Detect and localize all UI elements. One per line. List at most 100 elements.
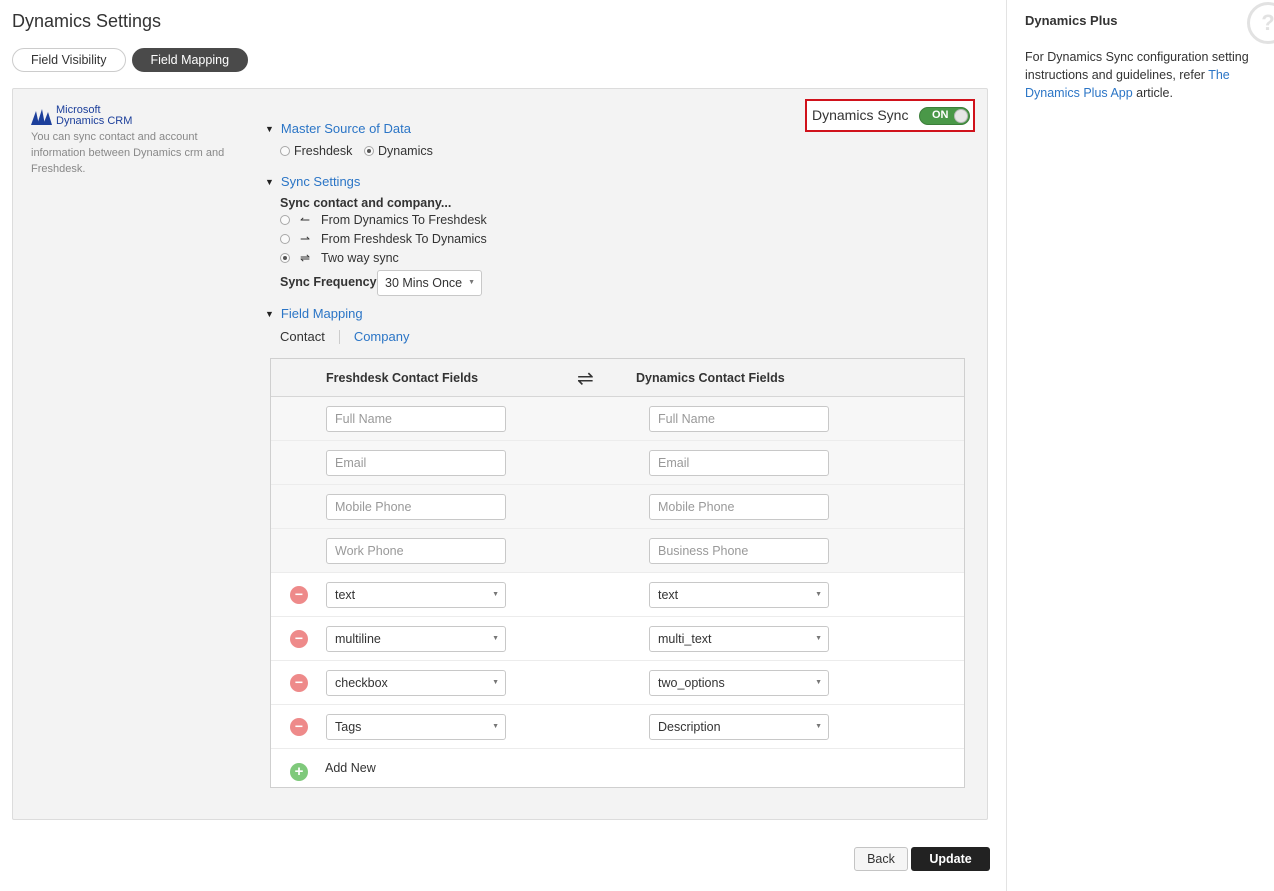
collapse-triangle-icon: ▼ (265, 123, 274, 134)
dynamics-crm-logo: Microsoft Dynamics CRM (31, 105, 132, 127)
radio-dynamics-label: Dynamics (378, 144, 433, 158)
collapse-triangle-icon: ▼ (265, 308, 274, 319)
chevron-down-icon: ▼ (492, 723, 499, 730)
update-button[interactable]: Update (911, 847, 990, 871)
mapping-row: Mobile Phone Mobile Phone (271, 485, 964, 529)
mapping-row: Full Name Full Name (271, 397, 964, 441)
subtab-company[interactable]: Company (354, 329, 410, 344)
swap-arrows-icon: ⇌ (299, 251, 311, 265)
remove-mapping-button[interactable]: − (290, 718, 308, 736)
subtab-contact[interactable]: Contact (280, 329, 325, 344)
dynamics-logo-icon (31, 109, 52, 125)
mapping-row: − multiline ▼ multi_text ▼ (271, 617, 964, 661)
add-new-row[interactable]: + Add New (271, 749, 964, 793)
toggle-on-text: ON (932, 109, 949, 121)
page-title: Dynamics Settings (12, 11, 162, 31)
sidebar-text-after: article. (1132, 86, 1173, 100)
chevron-down-icon: ▼ (815, 679, 822, 686)
toggle-knob (954, 109, 968, 123)
dynamics-field-input[interactable]: Full Name (649, 406, 829, 432)
field-mapping-header[interactable]: ▼ Field Mapping (265, 306, 363, 321)
chevron-down-icon: ▼ (492, 679, 499, 686)
help-question-icon[interactable]: ? (1247, 2, 1274, 44)
sync-option-label: From Dynamics To Freshdesk (321, 213, 487, 227)
sync-frequency-select[interactable]: 30 Mins Once ▼ (377, 270, 482, 296)
radio-freshdesk-label: Freshdesk (294, 144, 353, 158)
left-arrow-icon: ↼ (299, 213, 311, 227)
freshdesk-field-select[interactable]: Tags ▼ (326, 714, 506, 740)
radio-button[interactable] (280, 253, 290, 263)
radio-button[interactable] (280, 146, 290, 156)
dynamics-sync-box: Dynamics Sync ON (805, 99, 975, 132)
back-button[interactable]: Back (854, 847, 908, 871)
dynamics-field-value: multi_text (658, 632, 712, 646)
master-source-title: Master Source of Data (280, 121, 411, 136)
radio-button[interactable] (280, 215, 290, 225)
radio-dynamics[interactable]: Dynamics (364, 144, 433, 158)
help-sidebar: Dynamics Plus For Dynamics Sync configur… (1006, 0, 1274, 891)
dynamics-fields-heading: Dynamics Contact Fields (636, 371, 785, 385)
freshdesk-field-input[interactable]: Full Name (326, 406, 506, 432)
dynamics-field-select[interactable]: multi_text ▼ (649, 626, 829, 652)
sync-option-freshdesk-to-dynamics[interactable]: ⇀ From Freshdesk To Dynamics (280, 232, 487, 246)
sidebar-title: Dynamics Plus (1025, 13, 1118, 28)
mapping-row: − text ▼ text ▼ (271, 573, 964, 617)
tab-field-visibility[interactable]: Field Visibility (12, 48, 126, 72)
dynamics-field-input[interactable]: Email (649, 450, 829, 476)
sync-subtitle: Sync contact and company... (280, 196, 452, 210)
radio-button[interactable] (364, 146, 374, 156)
remove-mapping-button[interactable]: − (290, 674, 308, 692)
master-source-header[interactable]: ▼ Master Source of Data (265, 121, 411, 136)
mapping-row: Email Email (271, 441, 964, 485)
dynamics-field-input[interactable]: Mobile Phone (649, 494, 829, 520)
subtab-divider (338, 329, 340, 344)
freshdesk-field-input[interactable]: Email (326, 450, 506, 476)
dynamics-field-value: text (658, 588, 679, 602)
dynamics-sync-toggle[interactable]: ON (919, 107, 970, 125)
sync-option-dynamics-to-freshdesk[interactable]: ↼ From Dynamics To Freshdesk (280, 213, 487, 227)
collapse-triangle-icon: ▼ (265, 176, 274, 187)
settings-tabs: Field Visibility Field Mapping (12, 48, 249, 72)
remove-mapping-button[interactable]: − (290, 630, 308, 648)
dynamics-field-value: Description (658, 720, 721, 734)
crm-description: You can sync contact and account informa… (31, 131, 225, 175)
sync-option-label: Two way sync (321, 251, 399, 265)
freshdesk-field-input[interactable]: Mobile Phone (326, 494, 506, 520)
freshdesk-fields-heading: Freshdesk Contact Fields (326, 371, 479, 385)
dynamics-field-select[interactable]: Description ▼ (649, 714, 829, 740)
dynamics-field-value: two_options (658, 676, 725, 690)
freshdesk-field-value: checkbox (335, 676, 388, 690)
chevron-down-icon: ▼ (468, 279, 475, 286)
chevron-down-icon: ▼ (492, 591, 499, 598)
sync-frequency-label: Sync Frequency (280, 275, 377, 289)
sync-settings-header[interactable]: ▼ Sync Settings (265, 174, 360, 189)
add-mapping-button[interactable]: + (290, 763, 308, 781)
dynamics-field-input[interactable]: Business Phone (649, 538, 829, 564)
radio-freshdesk[interactable]: Freshdesk (280, 144, 352, 158)
mapping-table-header: Freshdesk Contact Fields ⇌ Dynamics Cont… (271, 359, 964, 397)
right-arrow-icon: ⇀ (299, 232, 311, 246)
dynamics-field-select[interactable]: text ▼ (649, 582, 829, 608)
freshdesk-field-select[interactable]: text ▼ (326, 582, 506, 608)
swap-arrows-icon: ⇌ (577, 368, 594, 390)
settings-panel: Microsoft Dynamics CRM You can sync cont… (12, 88, 988, 820)
mapping-subtabs: Contact Company (280, 329, 409, 344)
freshdesk-field-select[interactable]: multiline ▼ (326, 626, 506, 652)
chevron-down-icon: ▼ (815, 635, 822, 642)
chevron-down-icon: ▼ (815, 723, 822, 730)
add-new-label[interactable]: Add New (325, 761, 376, 775)
mapping-row: Work Phone Business Phone (271, 529, 964, 573)
sync-option-label: From Freshdesk To Dynamics (321, 232, 487, 246)
mapping-row: − checkbox ▼ two_options ▼ (271, 661, 964, 705)
radio-button[interactable] (280, 234, 290, 244)
freshdesk-field-value: Tags (335, 720, 362, 734)
dynamics-field-select[interactable]: two_options ▼ (649, 670, 829, 696)
field-mapping-title: Field Mapping (280, 306, 363, 321)
sync-option-two-way[interactable]: ⇌ Two way sync (280, 251, 399, 265)
freshdesk-field-input[interactable]: Work Phone (326, 538, 506, 564)
chevron-down-icon: ▼ (492, 635, 499, 642)
remove-mapping-button[interactable]: − (290, 586, 308, 604)
freshdesk-field-value: multiline (335, 632, 381, 646)
freshdesk-field-select[interactable]: checkbox ▼ (326, 670, 506, 696)
tab-field-mapping[interactable]: Field Mapping (131, 48, 249, 72)
